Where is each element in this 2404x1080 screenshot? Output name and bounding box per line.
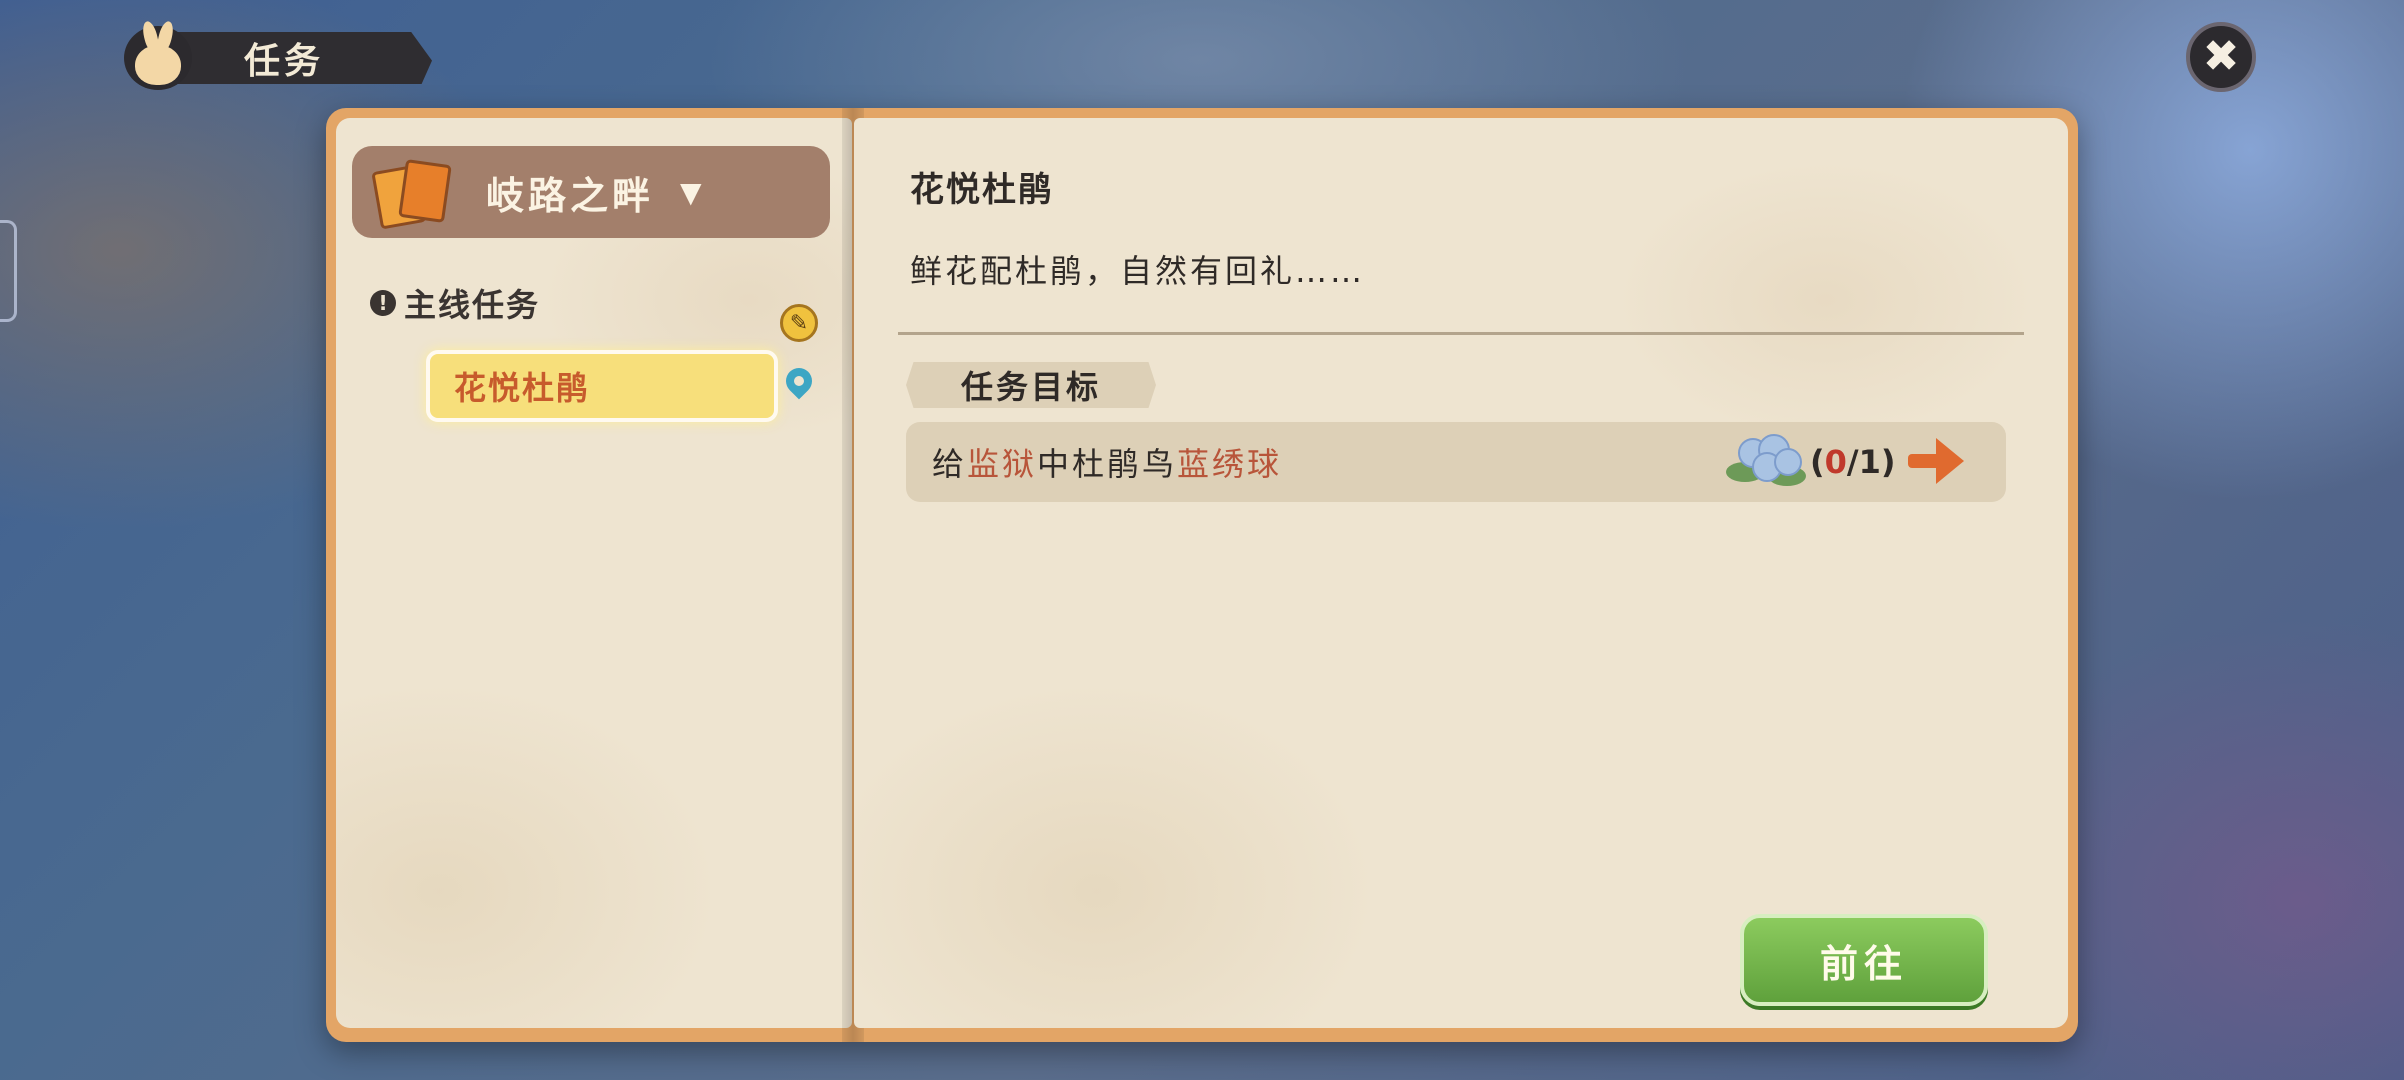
quest-list-item[interactable]: 花悦杜鹃	[426, 350, 778, 422]
side-drawer-tab[interactable]	[0, 220, 17, 322]
go-button-label: 前往	[1819, 941, 1908, 986]
section-label: 主线任务	[404, 286, 541, 324]
objectives-heading: 任务目标	[906, 362, 1156, 408]
quest-list-page: 岐路之畔 ▼ ! 主线任务 ✎ 花悦杜鹃	[336, 118, 852, 1028]
quest-title: 花悦杜鹃	[910, 170, 1054, 210]
quest-description: 鲜花配杜鹃，自然有回礼……	[910, 252, 1366, 290]
quest-item-label: 花悦杜鹃	[454, 369, 591, 407]
main-quest-heading: ! 主线任务	[370, 280, 540, 326]
close-button[interactable]: ✖	[2186, 22, 2256, 92]
arrow-right-icon[interactable]	[1906, 436, 1966, 486]
chevron-down-icon: ▼	[680, 175, 702, 209]
objective-row[interactable]: 给监狱中杜鹃鸟蓝绣球 (0/1)	[906, 422, 2006, 502]
chapter-name: 岐路之畔	[486, 173, 655, 218]
objective-progress: (0/1)	[1810, 443, 1896, 481]
quest-detail-page: 花悦杜鹃 鲜花配杜鹃，自然有回礼…… 任务目标 给监狱中杜鹃鸟蓝绣球 (0/1)…	[854, 118, 2068, 1028]
window-title: 任务	[172, 32, 432, 84]
objective-text: 给监狱中杜鹃鸟蓝绣球	[932, 445, 1283, 483]
bunny-avatar-icon	[124, 19, 192, 90]
hydrangea-icon	[1724, 432, 1810, 490]
quill-bubble-icon: ✎	[780, 304, 818, 342]
quest-book: 岐路之畔 ▼ ! 主线任务 ✎ 花悦杜鹃 花悦杜鹃 鲜花配杜鹃，自然有回礼…… …	[326, 108, 2078, 1042]
objectives-label: 任务目标	[960, 368, 1101, 406]
chapter-book-icon	[371, 159, 452, 230]
chapter-selector[interactable]: 岐路之畔 ▼	[352, 146, 830, 238]
map-pin-icon[interactable]	[780, 362, 818, 400]
divider	[898, 332, 2024, 335]
go-button[interactable]: 前往	[1740, 914, 1988, 1006]
close-icon: ✖	[2202, 31, 2240, 82]
exclamation-icon: !	[370, 290, 396, 316]
